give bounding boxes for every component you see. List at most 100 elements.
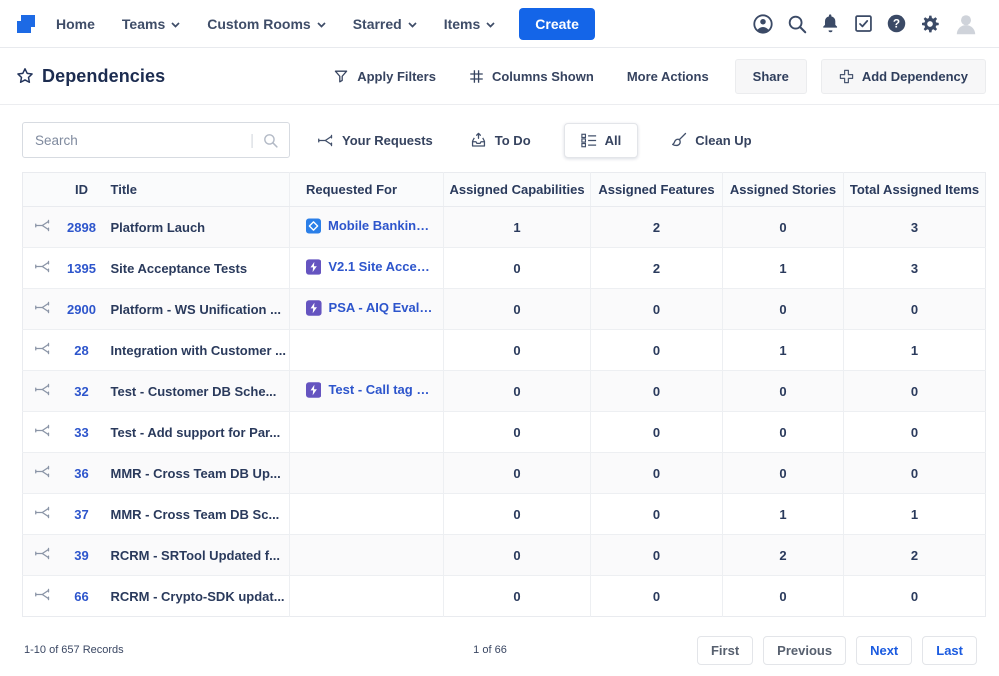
dependency-branch-icon[interactable] xyxy=(34,464,51,479)
dependency-id-link[interactable]: 28 xyxy=(74,343,88,358)
dependencies-table: ID Title Requested For Assigned Capabili… xyxy=(22,172,985,617)
requested-for-cell: Mobile Banking i... xyxy=(290,207,444,248)
table-toolbar: | Your Requests To Do All Clean Up xyxy=(0,121,999,159)
dependency-branch-icon[interactable] xyxy=(34,423,51,438)
assigned-capabilities-cell: 0 xyxy=(444,576,591,617)
help-icon[interactable]: ? xyxy=(886,13,907,34)
requested-for-link[interactable]: Mobile Banking i... xyxy=(306,218,435,234)
column-header-requested-for[interactable]: Requested For xyxy=(290,173,444,207)
dependency-branch-icon[interactable] xyxy=(34,382,51,397)
dependency-id-link[interactable]: 2898 xyxy=(67,220,96,235)
table-body: 2898Platform LauchMobile Banking i...120… xyxy=(23,207,986,617)
dependency-branch-icon[interactable] xyxy=(34,341,51,356)
page-title: Dependencies xyxy=(42,66,165,87)
dependency-id-link[interactable]: 33 xyxy=(74,425,88,440)
assigned-capabilities-cell: 0 xyxy=(444,371,591,412)
column-header-assigned-features[interactable]: Assigned Features xyxy=(591,173,723,207)
assigned-features-cell: 0 xyxy=(591,330,723,371)
id-cell: 37 xyxy=(63,494,101,535)
search-icon[interactable] xyxy=(262,132,279,149)
dependency-id-link[interactable]: 2900 xyxy=(67,302,96,317)
first-page-button[interactable]: First xyxy=(697,636,753,665)
nav-item-starred[interactable]: Starred xyxy=(353,16,417,32)
dependency-id-link[interactable]: 32 xyxy=(74,384,88,399)
feature-icon xyxy=(306,259,321,275)
svg-text:?: ? xyxy=(893,17,900,31)
dependency-id-link[interactable]: 39 xyxy=(74,548,88,563)
dependency-branch-icon[interactable] xyxy=(34,546,51,561)
next-page-button[interactable]: Next xyxy=(856,636,912,665)
dependency-branch-icon[interactable] xyxy=(34,505,51,520)
last-page-button[interactable]: Last xyxy=(922,636,977,665)
create-button[interactable]: Create xyxy=(519,8,595,40)
table-row: 1395Site Acceptance TestsV2.1 Site Accep… xyxy=(23,248,986,289)
dependency-id-link[interactable]: 1395 xyxy=(67,261,96,276)
column-header-total-assigned-items[interactable]: Total Assigned Items xyxy=(844,173,986,207)
column-header-title[interactable]: Title xyxy=(101,173,290,207)
table-row: 2900Platform - WS Unification ...PSA - A… xyxy=(23,289,986,330)
assigned-features-cell: 0 xyxy=(591,494,723,535)
nav-item-home[interactable]: Home xyxy=(56,16,95,32)
dependency-branch-icon[interactable] xyxy=(34,587,51,602)
total-assigned-items-cell: 2 xyxy=(844,535,986,576)
dependency-id-link[interactable]: 37 xyxy=(74,507,88,522)
search-icon[interactable] xyxy=(786,13,808,35)
filter-all[interactable]: All xyxy=(564,123,639,158)
id-cell: 36 xyxy=(63,453,101,494)
star-icon[interactable] xyxy=(15,66,35,86)
previous-page-button[interactable]: Previous xyxy=(763,636,846,665)
dependency-id-link[interactable]: 36 xyxy=(74,466,88,481)
row-drag-cell xyxy=(23,207,63,248)
requested-for-link[interactable]: V2.1 Site Accept... xyxy=(306,259,435,275)
row-drag-cell xyxy=(23,576,63,617)
filter-your-requests[interactable]: Your Requests xyxy=(317,133,433,148)
dependency-branch-icon[interactable] xyxy=(34,300,51,315)
requested-for-link[interactable]: PSA - AIQ Evalu... xyxy=(306,300,435,316)
filter-to-do[interactable]: To Do xyxy=(470,132,531,148)
dependency-id-link[interactable]: 66 xyxy=(74,589,88,604)
nav-item-custom-rooms[interactable]: Custom Rooms xyxy=(207,16,325,32)
avatar[interactable] xyxy=(953,11,979,37)
profile-icon[interactable] xyxy=(752,13,774,35)
total-assigned-items-cell: 3 xyxy=(844,248,986,289)
row-drag-cell xyxy=(23,289,63,330)
settings-icon[interactable] xyxy=(919,13,941,35)
feature-icon xyxy=(306,382,321,398)
column-header-assigned-stories[interactable]: Assigned Stories xyxy=(723,173,844,207)
assigned-features-cell: 0 xyxy=(591,289,723,330)
columns-shown-button[interactable]: Columns Shown xyxy=(469,69,594,84)
filter-clean-up[interactable]: Clean Up xyxy=(671,132,751,148)
tasks-icon[interactable] xyxy=(853,13,874,34)
requested-for-cell xyxy=(290,412,444,453)
records-count: 1-10 of 657 Records xyxy=(24,644,124,656)
dependency-branch-icon[interactable] xyxy=(34,218,51,233)
dependency-branch-icon[interactable] xyxy=(34,259,51,274)
top-navigation: Home Teams Custom Rooms Starred Items Cr… xyxy=(0,0,999,48)
add-dependency-button[interactable]: Add Dependency xyxy=(821,59,986,94)
column-header-id[interactable]: ID xyxy=(63,173,101,207)
header-actions: Apply Filters Columns Shown More Actions… xyxy=(333,59,986,94)
search-divider: | xyxy=(250,132,254,149)
nav-item-items[interactable]: Items xyxy=(444,16,496,32)
assigned-stories-cell: 1 xyxy=(723,330,844,371)
requested-for-label: Test - Call tag di... xyxy=(328,382,435,397)
requested-for-cell xyxy=(290,576,444,617)
requested-for-link[interactable]: Test - Call tag di... xyxy=(306,382,435,398)
title-cell: Test - Customer DB Sche... xyxy=(101,371,290,412)
title-cell: MMR - Cross Team DB Up... xyxy=(101,453,290,494)
notifications-icon[interactable] xyxy=(820,13,841,34)
more-actions-button[interactable]: More Actions xyxy=(627,69,709,84)
jira-align-logo-icon[interactable] xyxy=(14,12,38,36)
nav-item-teams[interactable]: Teams xyxy=(122,16,180,32)
share-button[interactable]: Share xyxy=(735,59,807,94)
column-header-assigned-capabilities[interactable]: Assigned Capabilities xyxy=(444,173,591,207)
chevron-down-icon xyxy=(317,22,326,28)
quick-filters: Your Requests To Do All Clean Up xyxy=(317,123,752,158)
assigned-features-cell: 2 xyxy=(591,207,723,248)
requested-for-cell: Test - Call tag di... xyxy=(290,371,444,412)
apply-filters-button[interactable]: Apply Filters xyxy=(333,68,436,84)
search-input[interactable] xyxy=(35,133,242,148)
id-cell: 39 xyxy=(63,535,101,576)
total-assigned-items-cell: 0 xyxy=(844,371,986,412)
assigned-capabilities-cell: 0 xyxy=(444,248,591,289)
